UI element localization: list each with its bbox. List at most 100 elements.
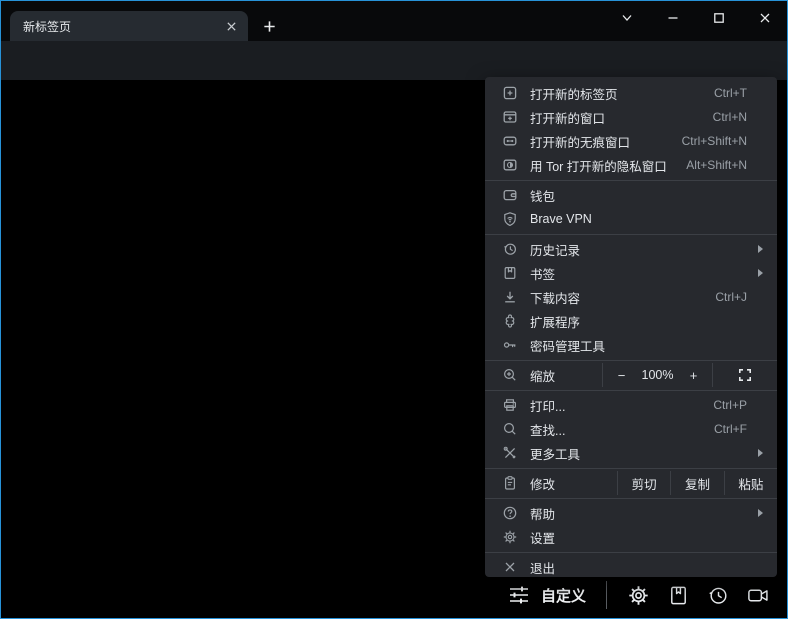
menu-separator — [485, 552, 777, 553]
incognito-icon — [501, 133, 518, 150]
menu-item-shortcut: Ctrl+Shift+N — [682, 134, 747, 148]
settings-icon[interactable] — [625, 582, 651, 608]
submenu-arrow-icon — [758, 245, 763, 253]
submenu-arrow-icon — [758, 269, 763, 277]
maximize-button[interactable] — [704, 7, 734, 29]
sliders-icon — [507, 583, 531, 607]
wallet-icon — [501, 187, 518, 204]
menu-item-label: 打印... — [530, 396, 713, 415]
menu-item-new-window[interactable]: 打开新的窗口 Ctrl+N — [485, 105, 777, 129]
menu-item-bookmarks[interactable]: 书签 — [485, 261, 777, 285]
menu-separator — [485, 390, 777, 391]
menu-item-label: 打开新的无痕窗口 — [530, 132, 682, 151]
menu-item-label: 设置 — [530, 528, 747, 547]
menu-item-history[interactable]: 历史记录 — [485, 237, 777, 261]
menu-item-label: 密码管理工具 — [530, 336, 747, 355]
menu-separator — [485, 234, 777, 235]
menu-item-label: 钱包 — [530, 186, 747, 205]
menu-item-shortcut: Alt+Shift+N — [686, 158, 747, 172]
menu-item-new-tab[interactable]: 打开新的标签页 Ctrl+T — [485, 81, 777, 105]
new-tab-button[interactable] — [259, 16, 279, 36]
edit-label: 修改 — [530, 474, 617, 493]
history-icon — [501, 241, 518, 258]
tab-title: 新标签页 — [23, 18, 222, 35]
exit-icon — [501, 559, 518, 576]
menu-item-label: 历史记录 — [530, 240, 747, 259]
menu-item-more-tools[interactable]: 更多工具 — [485, 441, 777, 465]
menu-item-exit[interactable]: 退出 — [485, 555, 777, 579]
fullscreen-icon — [737, 367, 753, 383]
submenu-arrow-icon — [758, 509, 763, 517]
minimize-button[interactable] — [658, 7, 688, 29]
menu-item-shortcut: Ctrl+J — [715, 290, 747, 304]
menu-item-label: 查找... — [530, 420, 714, 439]
tab-close-icon[interactable] — [222, 17, 240, 35]
copy-button[interactable]: 复制 — [671, 471, 723, 495]
history-icon[interactable] — [705, 582, 731, 608]
print-icon — [501, 397, 518, 414]
window-close-button[interactable] — [750, 7, 780, 29]
chevron-down-icon[interactable] — [612, 7, 642, 29]
menu-item-new-incognito-window[interactable]: 打开新的无痕窗口 Ctrl+Shift+N — [485, 129, 777, 153]
menu-item-label: 书签 — [530, 264, 747, 283]
help-icon — [501, 505, 518, 522]
menu-item-help[interactable]: 帮助 — [485, 501, 777, 525]
menu-item-label: 打开新的标签页 — [530, 84, 714, 103]
cut-button[interactable]: 剪切 — [618, 471, 670, 495]
menu-item-print[interactable]: 打印... Ctrl+P — [485, 393, 777, 417]
clipboard-icon — [501, 475, 518, 492]
new-tab-icon — [501, 85, 518, 102]
camera-icon[interactable] — [745, 582, 771, 608]
menu-item-zoom: 缩放 − 100% + — [485, 363, 777, 387]
zoom-label: 缩放 — [530, 366, 602, 385]
fullscreen-button[interactable] — [713, 367, 777, 383]
newtab-bottom-bar: 自定义 — [507, 580, 773, 610]
paste-button[interactable]: 粘贴 — [725, 471, 777, 495]
menu-item-label: 更多工具 — [530, 444, 747, 463]
new-window-icon — [501, 109, 518, 126]
menu-item-label: 打开新的窗口 — [530, 108, 713, 127]
bookmarks-icon — [501, 265, 518, 282]
customize-label: 自定义 — [541, 585, 586, 606]
browser-menu: 打开新的标签页 Ctrl+T 打开新的窗口 Ctrl+N 打开新的无痕窗口 Ct… — [485, 77, 777, 577]
menu-item-shortcut: Ctrl+T — [714, 86, 747, 100]
bookmarks-icon[interactable] — [665, 582, 691, 608]
extensions-icon — [501, 313, 518, 330]
zoom-icon — [501, 367, 518, 384]
toolbar: 在Yandex中搜索，或者输入一个网址 1 — [1, 41, 787, 80]
menu-item-label: 扩展程序 — [530, 312, 747, 331]
vpn-shield-icon — [501, 211, 518, 228]
bottom-bar-divider — [606, 581, 607, 609]
zoom-out-button[interactable]: − — [604, 363, 640, 387]
menu-item-shortcut: Ctrl+P — [713, 398, 747, 412]
tab-bar: 新标签页 — [1, 1, 787, 41]
menu-item-label: 下载内容 — [530, 288, 715, 307]
menu-item-label: 退出 — [530, 558, 747, 577]
customize-button[interactable]: 自定义 — [507, 583, 586, 607]
tools-icon — [501, 445, 518, 462]
submenu-arrow-icon — [758, 449, 763, 457]
key-icon — [501, 337, 518, 354]
menu-separator — [485, 498, 777, 499]
menu-item-label: Brave VPN — [530, 212, 747, 226]
menu-separator — [485, 180, 777, 181]
menu-item-downloads[interactable]: 下载内容 Ctrl+J — [485, 285, 777, 309]
tab-new-tab-page[interactable]: 新标签页 — [10, 11, 248, 41]
menu-item-shortcut: Ctrl+N — [713, 110, 747, 124]
zoom-in-button[interactable]: + — [676, 363, 712, 387]
menu-item-password-manager[interactable]: 密码管理工具 — [485, 333, 777, 357]
menu-item-brave-vpn[interactable]: Brave VPN — [485, 207, 777, 231]
gear-icon — [501, 529, 518, 546]
zoom-level-value: 100% — [640, 368, 676, 382]
menu-item-edit: 修改 剪切 复制 粘贴 — [485, 471, 777, 495]
download-icon — [501, 289, 518, 306]
menu-item-shortcut: Ctrl+F — [714, 422, 747, 436]
find-icon — [501, 421, 518, 438]
menu-separator — [485, 360, 777, 361]
menu-item-find[interactable]: 查找... Ctrl+F — [485, 417, 777, 441]
tor-window-icon — [501, 157, 518, 174]
menu-item-extensions[interactable]: 扩展程序 — [485, 309, 777, 333]
menu-item-new-tor-window[interactable]: 用 Tor 打开新的隐私窗口 Alt+Shift+N — [485, 153, 777, 177]
menu-item-wallet[interactable]: 钱包 — [485, 183, 777, 207]
menu-item-settings[interactable]: 设置 — [485, 525, 777, 549]
